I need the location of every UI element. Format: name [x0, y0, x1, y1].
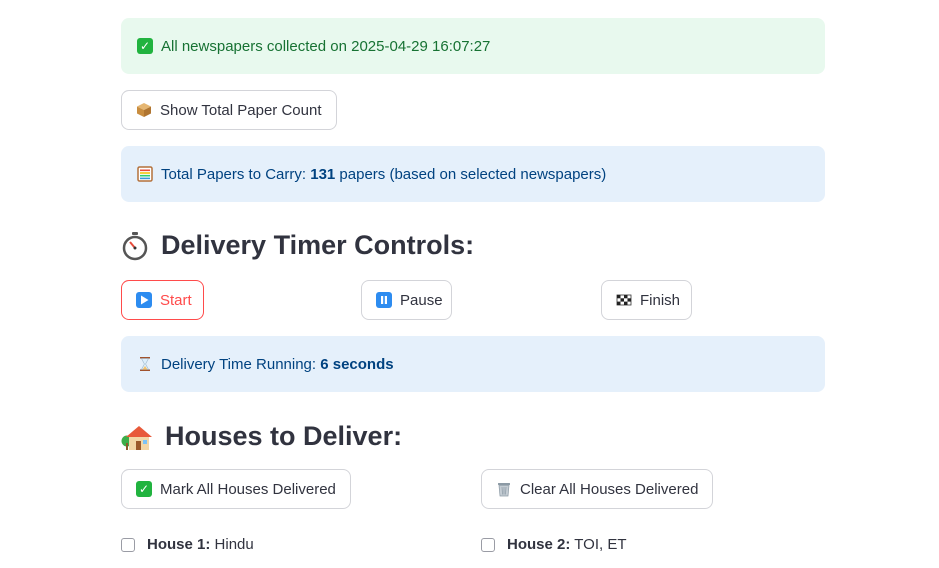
check-mark-button-icon: ✓: [136, 481, 152, 497]
house-1-papers: Hindu: [210, 536, 254, 553]
show-total-paper-count-label: Show Total Paper Count: [160, 101, 322, 119]
start-button-label: Start: [160, 291, 192, 309]
clear-all-houses-delivered-label: Clear All Houses Delivered: [520, 480, 699, 498]
package-icon: [136, 102, 152, 118]
house-1-name: House 1:: [147, 536, 211, 553]
start-button[interactable]: Start: [121, 280, 204, 320]
total-papers-alert: Total Papers to Carry: 131 papers (based…: [121, 146, 825, 202]
house-2-checkbox[interactable]: [481, 537, 495, 552]
houses-section-title: Houses to Deliver:: [165, 421, 403, 451]
chequered-flag-icon: [616, 292, 632, 308]
total-papers-prefix: Total Papers to Carry:: [161, 165, 311, 183]
stopwatch-icon: [121, 231, 149, 261]
house-2-name: House 2:: [507, 536, 571, 553]
house-2-checkbox-row[interactable]: House 2: TOI, ET: [481, 536, 627, 553]
delivery-running-alert: Delivery Time Running: 6 seconds: [121, 336, 825, 392]
abacus-icon: [137, 166, 153, 182]
check-mark-button-icon: ✓: [137, 38, 153, 54]
clear-all-houses-delivered-button[interactable]: Clear All Houses Delivered: [481, 469, 714, 509]
success-alert-text: All newspapers collected on 2025-04-29 1…: [161, 37, 491, 55]
total-papers-suffix: papers (based on selected newspapers): [335, 165, 607, 183]
timer-section-heading: Delivery Timer Controls:: [121, 230, 474, 261]
mark-all-houses-delivered-label: Mark All Houses Delivered: [160, 480, 336, 498]
house-1-checkbox[interactable]: [121, 537, 135, 552]
delivery-running-value: 6 seconds: [320, 355, 394, 373]
play-button-icon: [136, 292, 152, 308]
house-with-garden-icon: [121, 423, 153, 451]
mark-all-houses-delivered-button[interactable]: ✓ Mark All Houses Delivered: [121, 469, 351, 509]
success-alert: ✓ All newspapers collected on 2025-04-29…: [121, 18, 825, 74]
wastebasket-icon: [496, 481, 512, 497]
total-papers-count: 131: [310, 165, 336, 183]
pause-button[interactable]: Pause: [361, 280, 452, 320]
delivery-running-prefix: Delivery Time Running:: [161, 355, 321, 373]
pause-button-icon: [376, 292, 392, 308]
pause-button-label: Pause: [400, 291, 443, 309]
houses-section-heading: Houses to Deliver:: [121, 421, 402, 452]
finish-button-label: Finish: [640, 291, 681, 309]
finish-button[interactable]: Finish: [601, 280, 692, 320]
show-total-paper-count-button[interactable]: Show Total Paper Count: [121, 90, 337, 130]
hourglass-icon: [137, 356, 153, 372]
house-1-checkbox-row[interactable]: House 1: Hindu: [121, 536, 254, 553]
house-2-papers: TOI, ET: [570, 536, 627, 553]
timer-section-title: Delivery Timer Controls:: [161, 230, 475, 260]
